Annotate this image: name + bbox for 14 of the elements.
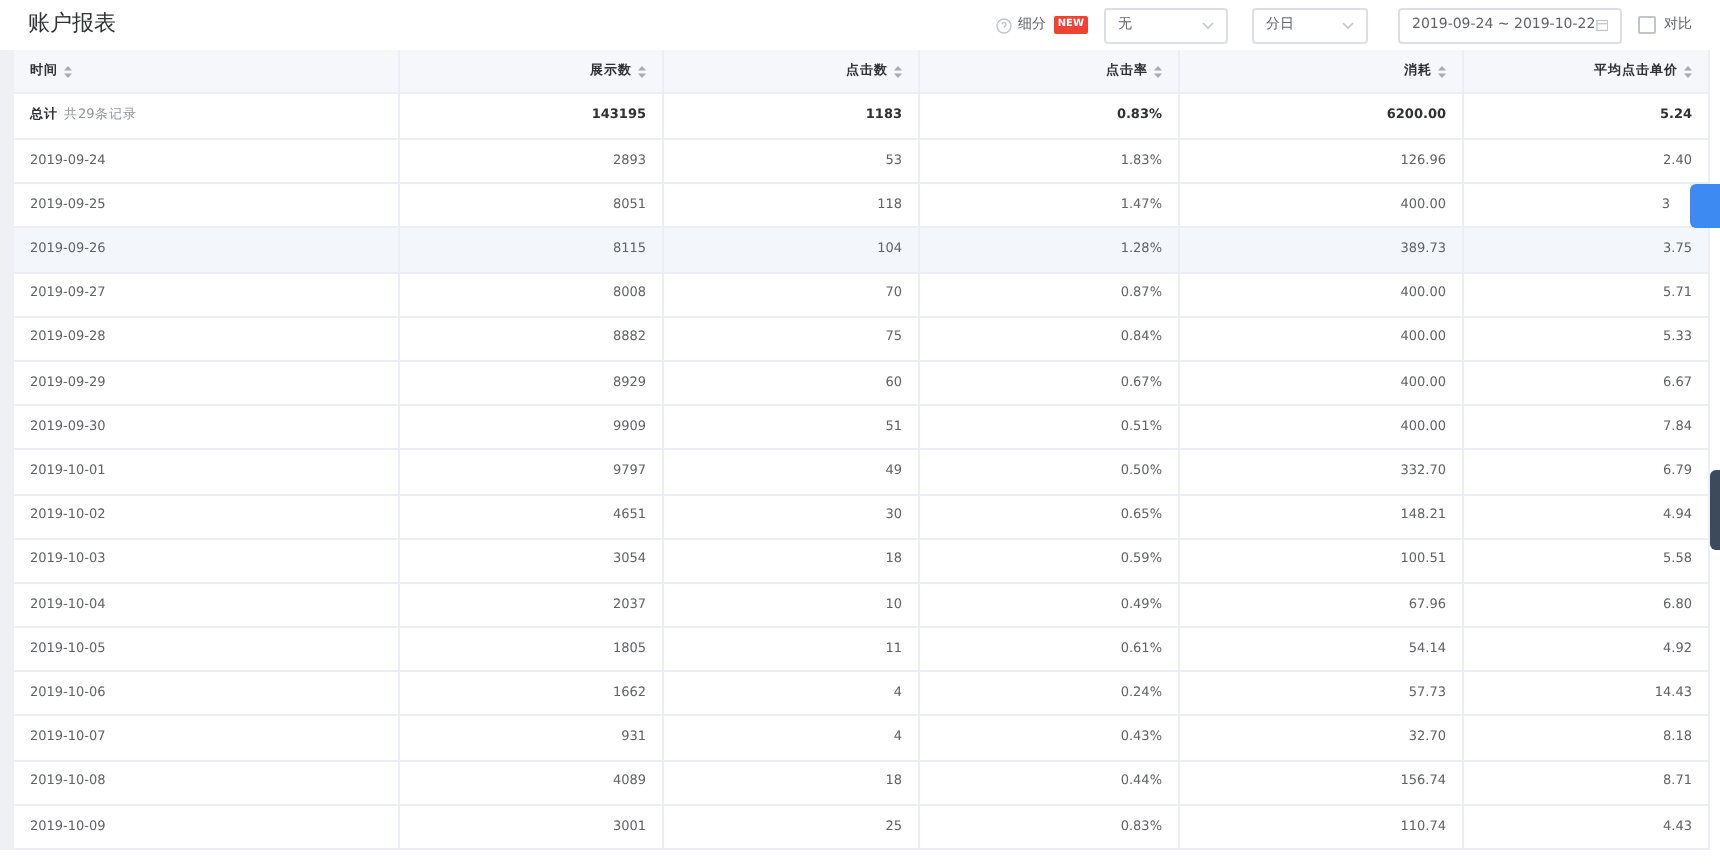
help-icon bbox=[995, 17, 1012, 33]
sort-icon[interactable] bbox=[1154, 65, 1162, 77]
chevron-down-icon bbox=[1342, 21, 1354, 29]
sort-icon[interactable] bbox=[64, 65, 72, 77]
compare-checkbox[interactable] bbox=[1638, 16, 1656, 34]
floating-menu[interactable] bbox=[1690, 184, 1720, 228]
sort-icon[interactable] bbox=[1684, 65, 1692, 77]
sort-icon[interactable] bbox=[894, 65, 902, 77]
sort-icon[interactable] bbox=[1438, 65, 1446, 77]
floating-menu[interactable] bbox=[1710, 470, 1720, 550]
sort-icon[interactable] bbox=[638, 65, 646, 77]
calendar-icon bbox=[1595, 18, 1608, 32]
page-title: 账户报表 bbox=[28, 8, 116, 41]
chevron-down-icon bbox=[1202, 21, 1214, 29]
